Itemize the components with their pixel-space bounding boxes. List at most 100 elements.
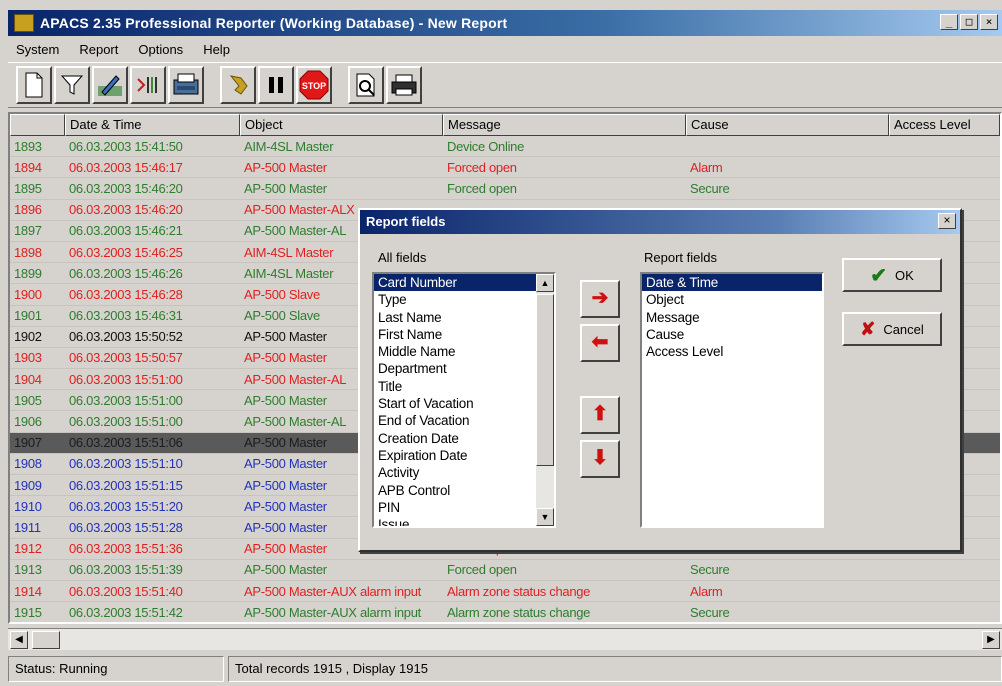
column-header-datetime[interactable]: Date & Time [65,114,240,136]
row-id: 1910 [14,498,42,514]
row-message: Alarm zone status change [447,604,591,620]
row-id: 1904 [14,371,42,387]
row-id: 1911 [14,519,41,535]
all-fields-item[interactable]: Card Number [374,274,554,292]
column-header-access-level[interactable]: Access Level [889,114,1000,136]
scroll-left-icon[interactable]: ◀ [10,631,28,649]
ok-button[interactable]: ✔ OK [842,258,942,292]
all-fields-scrollbar[interactable]: ▲ ▼ [536,274,554,526]
horizontal-scrollbar[interactable]: ◀ ▶ [8,628,1002,650]
row-cause: Secure [690,180,730,196]
row-id: 1901 [14,308,42,324]
print-setup-icon[interactable] [168,66,204,104]
all-fields-label: All fields [378,250,427,265]
report-fields-dialog: Report fields × All fields Report fields… [358,208,962,552]
dialog-close-button[interactable]: × [938,213,956,229]
maximize-button[interactable]: □ [960,14,978,30]
table-row[interactable]: 1894 06.03.2003 15:46:17 AP-500 Master Forc… [10,157,1000,179]
column-header-message[interactable]: Message [443,114,686,136]
column-header-cause[interactable]: Cause [686,114,889,136]
edit-pen-icon[interactable] [92,66,128,104]
all-fields-item[interactable]: Title [374,378,554,395]
menu-report[interactable]: Report [71,40,126,59]
close-button[interactable]: × [980,14,998,30]
column-header-id[interactable] [10,114,65,136]
all-fields-list[interactable]: Card Number Type Last Name First Name Middle… [372,272,556,528]
row-datetime: 06.03.2003 15:51:28 [69,519,183,535]
app-icon [14,14,34,32]
scroll-up-icon[interactable]: ▲ [536,274,554,292]
row-datetime: 06.03.2003 15:51:42 [69,604,183,620]
table-row[interactable]: 1913 06.03.2003 15:51:39 AP-500 Master Forc… [10,560,1000,581]
all-fields-item[interactable]: APB Control [374,482,554,499]
report-fields-item[interactable]: Date & Time [642,274,822,292]
cancel-button[interactable]: ✘ Cancel [842,312,942,346]
row-id: 1915 [14,604,42,620]
row-object: AP-500 Master [244,562,327,578]
all-fields-item[interactable]: Creation Date [374,430,554,447]
scroll-right-icon[interactable]: ▶ [982,631,1000,649]
menu-system[interactable]: System [8,40,67,59]
all-fields-item[interactable]: Department [374,360,554,377]
row-id: 1900 [14,286,42,302]
ok-label: OK [894,267,914,283]
column-header-object[interactable]: Object [240,114,443,136]
columns-icon[interactable] [130,66,166,104]
all-fields-item[interactable]: Start of Vacation [374,395,554,412]
print-icon[interactable] [386,66,422,104]
all-fields-item[interactable]: Expiration Date [374,447,554,464]
row-datetime: 06.03.2003 15:41:50 [69,138,183,154]
table-row[interactable]: 1895 06.03.2003 15:46:20 AP-500 Master Forc… [10,178,1000,200]
all-fields-item[interactable]: Middle Name [374,343,554,360]
row-id: 1906 [14,414,42,430]
stop-icon[interactable]: STOP [296,66,332,104]
row-message: Forced open [447,159,517,175]
table-row[interactable]: 1914 06.03.2003 15:51:40 AP-500 Master-AUX… [10,581,1000,603]
table-row[interactable]: 1915 06.03.2003 15:51:42 AP-500 Master-AUX… [10,602,1000,622]
pause-icon[interactable] [258,66,294,104]
window-title: APACS 2.35 Professional Reporter (Workin… [40,15,508,31]
move-up-button[interactable]: ⬆ [580,396,620,434]
report-fields-list[interactable]: Date & Time Object Message Cause Access Leve… [640,272,824,528]
menu-options[interactable]: Options [130,40,191,59]
menu-help[interactable]: Help [195,40,238,59]
row-datetime: 06.03.2003 15:46:31 [69,308,183,324]
scroll-down-icon[interactable]: ▼ [536,508,554,526]
row-id: 1894 [14,159,42,175]
checkmark-icon: ✔ [870,264,887,287]
row-cause: Alarm [690,159,723,175]
all-fields-item[interactable]: End of Vacation [374,412,554,429]
all-fields-item[interactable]: PIN [374,499,554,516]
row-id: 1908 [14,456,42,472]
all-fields-item[interactable]: Activity [374,464,554,481]
preview-icon[interactable] [348,66,384,104]
cancel-x-icon: ✘ [860,318,876,339]
filter-icon[interactable] [54,66,90,104]
report-fields-item[interactable]: Cause [642,326,822,343]
move-down-button[interactable]: ⬇ [580,440,620,478]
new-document-icon[interactable] [16,66,52,104]
row-id: 1905 [14,392,42,408]
all-fields-item[interactable]: Type [374,291,554,308]
row-cause: Secure [690,562,730,578]
row-datetime: 06.03.2003 15:51:36 [69,541,183,557]
table-row[interactable]: 1893 06.03.2003 15:41:50 AIM-4SL Master Dev… [10,136,1000,158]
row-message: Forced open [447,562,517,578]
row-id: 1907 [14,435,42,451]
minimize-button[interactable]: _ [940,14,958,30]
report-fields-item[interactable]: Access Level [642,343,822,360]
grid-header: Date & Time Object Message Cause Access … [10,114,1000,136]
all-fields-item[interactable]: Issue [374,516,554,526]
toolbar: STOP [8,62,1002,108]
run-icon[interactable] [220,66,256,104]
report-fields-item[interactable]: Message [642,309,822,326]
all-fields-item[interactable]: First Name [374,326,554,343]
add-field-button[interactable]: ➔ [580,280,620,318]
remove-field-button[interactable]: ⬅ [580,324,620,362]
all-fields-scroll-thumb[interactable] [536,294,554,466]
report-fields-label: Report fields [644,250,717,265]
all-fields-item[interactable]: Last Name [374,309,554,326]
report-fields-item[interactable]: Object [642,291,822,308]
row-id: 1893 [14,138,42,154]
scroll-thumb[interactable] [32,631,60,649]
